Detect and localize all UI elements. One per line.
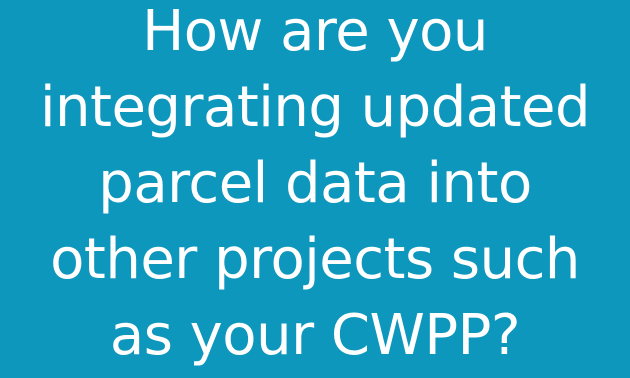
- slide: How are you integrating updated parcel d…: [0, 0, 630, 378]
- question-line-5: as your CWPP?: [109, 303, 521, 368]
- question-line-3: parcel data into: [98, 151, 532, 216]
- question-line-2: integrating updated: [39, 75, 591, 140]
- question-line-1: How are you: [142, 0, 488, 64]
- question-line-4: other projects such: [50, 227, 580, 292]
